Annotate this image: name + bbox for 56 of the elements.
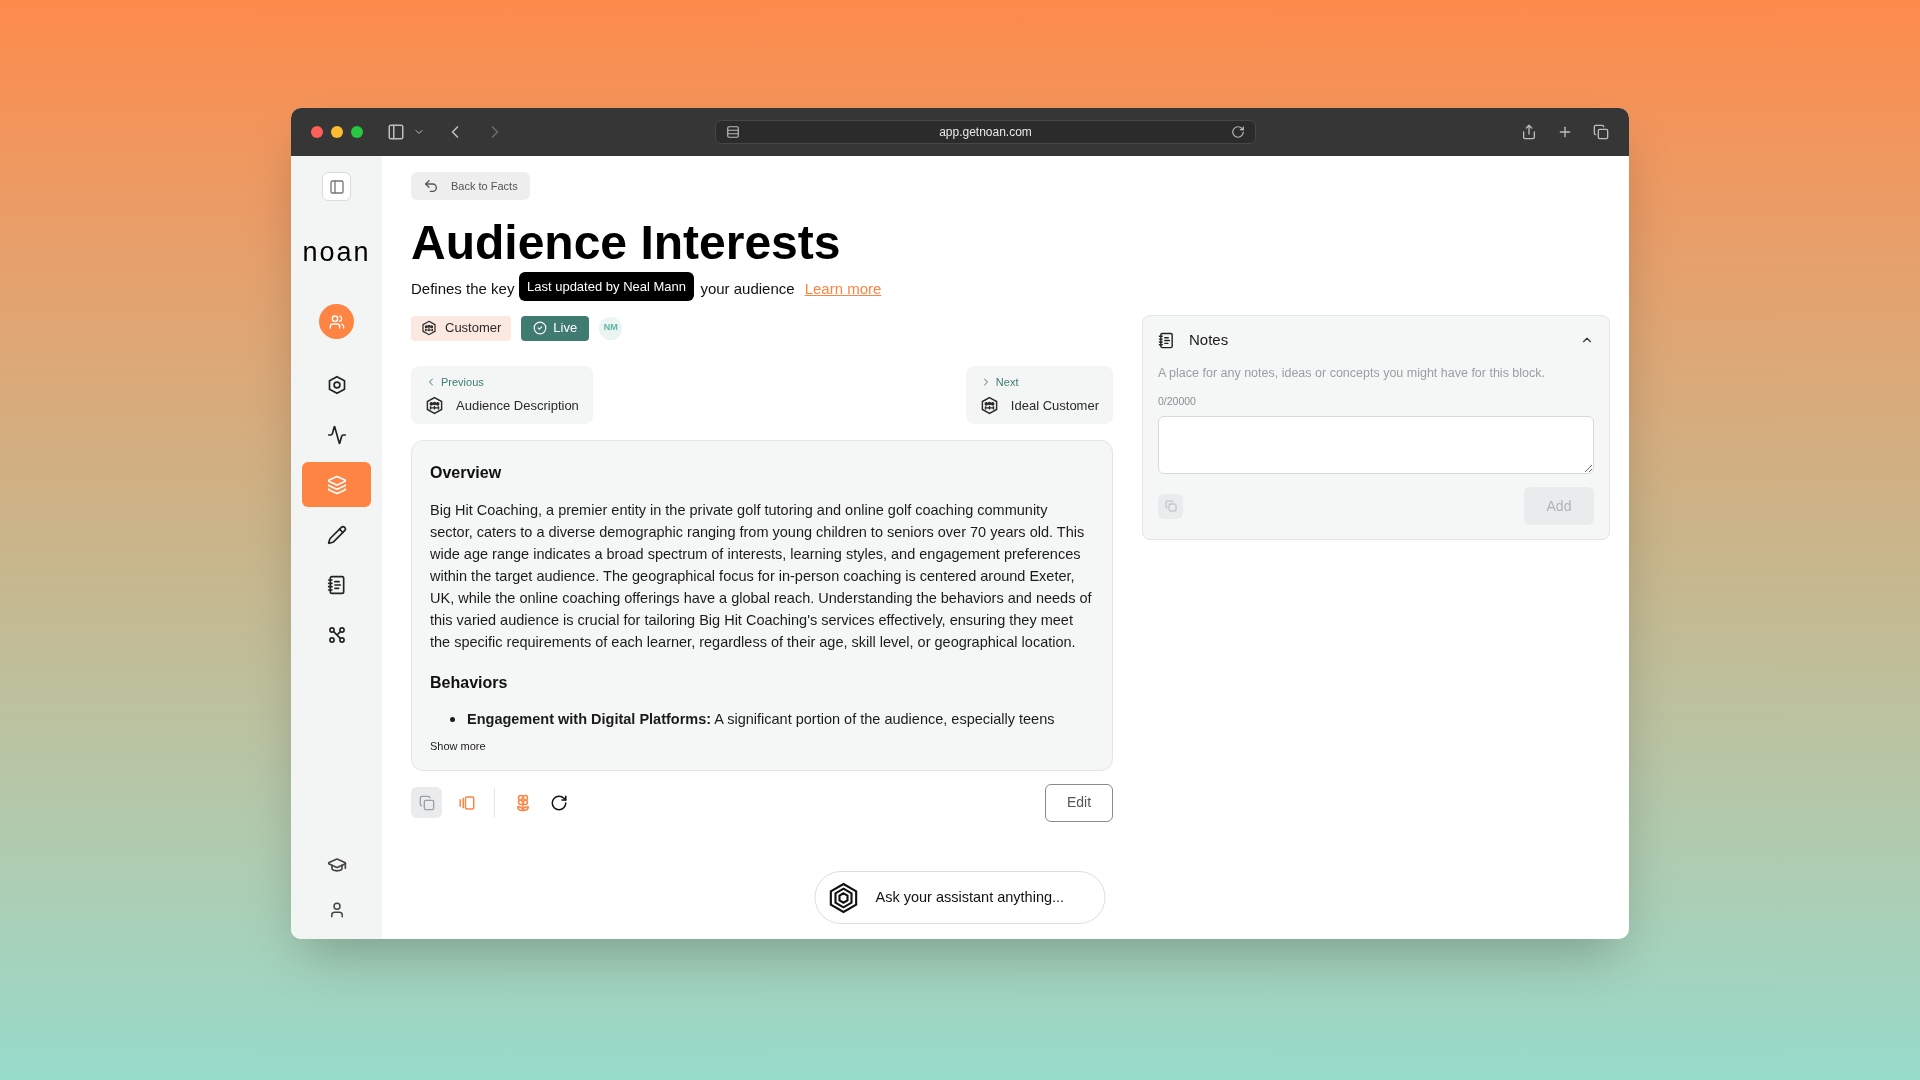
block-title: Audience Description <box>456 397 579 415</box>
address-bar[interactable]: app.getnoan.com <box>715 120 1256 144</box>
notebook-icon <box>1158 331 1175 349</box>
overview-paragraph: Big Hit Coaching, a premier entity in the private golf tutoring and online golf coaching community sector, caters to a diverse demographic ranging from young children to seniors over 70 years old. This wide age range indicates a broad spectrum of interests, learning styles, and engagement preferences within the target audience. The geographical focus for in-person coaching is centered around Exeter, UK, while the online coaching offerings have a global reach. Understanding the behaviors and needs of this varied audience is crucial for tailoring Big Hit Coaching's services effectively, ensuring they meet the specific requirements of each learner, regardless of their age, skill level, or geographical location. <box>430 500 1093 652</box>
pencil-icon <box>326 524 347 545</box>
notes-field[interactable] <box>1158 416 1594 474</box>
notebook-icon <box>326 574 347 595</box>
back-button[interactable]: Back to Facts <box>411 172 530 200</box>
copy-icon <box>1164 500 1177 512</box>
people-hexagon-icon <box>425 396 444 416</box>
show-more-link[interactable]: Show more <box>430 738 486 755</box>
copy-button[interactable] <box>411 787 442 818</box>
refresh-icon <box>549 793 568 812</box>
tabs-overview-icon[interactable] <box>1593 124 1609 140</box>
logo: noan <box>302 239 371 266</box>
url-text: app.getnoan.com <box>938 124 1033 141</box>
return-arrow-icon <box>423 178 439 194</box>
panel-icon <box>328 178 345 195</box>
cards-icon <box>457 793 476 812</box>
people-hexagon-icon <box>979 396 999 416</box>
reload-icon[interactable] <box>1231 125 1245 139</box>
notes-description: A place for any notes, ideas or concepts you might have for this block. <box>1158 364 1547 382</box>
share-icon[interactable] <box>1521 124 1537 140</box>
nav-label: Next <box>995 374 1019 390</box>
section-heading: Overview <box>430 462 503 483</box>
page-title: Audience Interests <box>411 219 842 267</box>
notes-title: Notes <box>1189 330 1229 350</box>
character-counter: 0/20000 <box>1158 394 1197 410</box>
category-tag: Customer <box>411 315 512 341</box>
edit-button[interactable]: Edit <box>1045 783 1113 822</box>
page-icon <box>726 125 740 139</box>
check-circle-icon <box>533 321 548 335</box>
hexagon-logo-icon <box>827 881 860 914</box>
bullet-text: Engagement with Digital Platforms: A significant portion of the audience, especially teens <box>467 709 1055 729</box>
nodes-icon <box>326 624 347 645</box>
graduation-cap-icon[interactable] <box>326 855 347 875</box>
people-hexagon-icon <box>421 320 437 336</box>
description-text: your audience <box>700 279 795 299</box>
section-heading: Behaviors <box>430 672 509 693</box>
assistant-button[interactable]: Ask your assistant anything... <box>814 871 1106 924</box>
new-tab-icon[interactable] <box>1557 124 1573 140</box>
activity-icon <box>326 424 347 445</box>
description-text: Defines the key <box>411 279 515 299</box>
hexagon-icon <box>326 374 347 395</box>
tooltip: Last updated by Neal Mann <box>519 272 694 301</box>
layers-icon <box>326 474 347 495</box>
nav-label: Previous <box>441 374 484 390</box>
sidebar-toggle-icon[interactable] <box>387 123 405 141</box>
next-link[interactable]: Next Ideal Customer <box>965 365 1113 424</box>
status-tag: Live <box>521 315 590 341</box>
author-avatar: NM <box>599 316 623 340</box>
previous-link[interactable]: Previous Audience Description <box>411 365 593 424</box>
copy-icon <box>418 794 435 811</box>
panel-toggle-button[interactable] <box>322 172 351 201</box>
people-icon <box>328 313 345 330</box>
block-title: Ideal Customer <box>1010 397 1099 415</box>
